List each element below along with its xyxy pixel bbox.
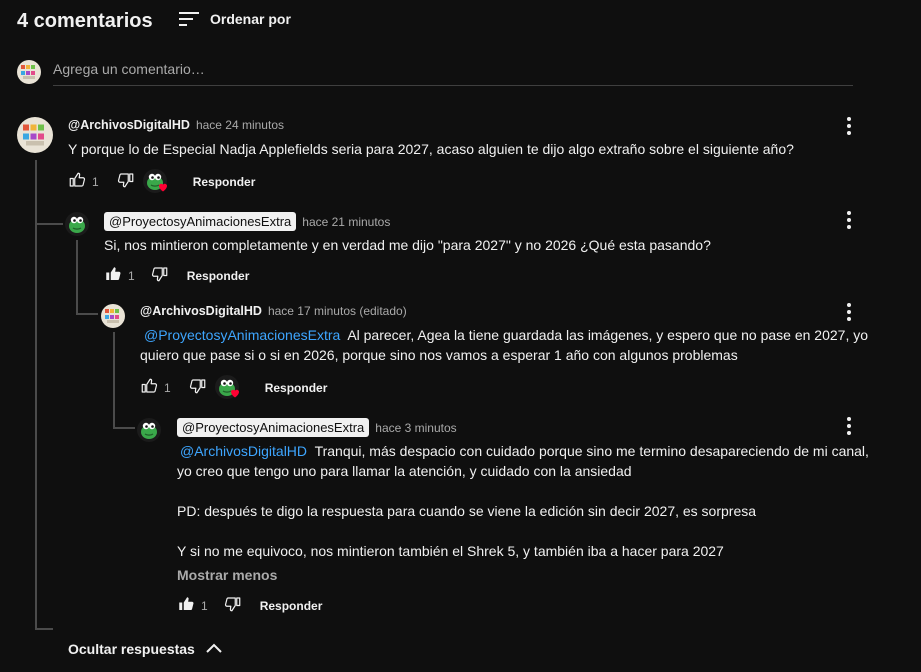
reply-button[interactable]: Responder xyxy=(193,175,256,189)
like-count: 1 xyxy=(201,599,208,613)
creator-heart-icon xyxy=(215,375,245,401)
sort-icon xyxy=(178,10,200,28)
comment-timestamp[interactable]: hace 3 minutos xyxy=(375,421,456,435)
thread-line xyxy=(76,313,98,315)
mention-link[interactable]: @ArchivosDigitalHD xyxy=(180,443,307,459)
comment-text: Tranqui, más despacio con cuidado porque… xyxy=(314,443,869,459)
comment-text: Y porque lo de Especial Nadja Applefield… xyxy=(68,141,794,157)
reply-button[interactable]: Responder xyxy=(260,599,323,613)
comment-text: PD: después te digo la respuesta para cu… xyxy=(177,503,757,519)
avatar[interactable] xyxy=(65,212,89,236)
thread-line xyxy=(113,332,115,428)
more-vert-icon[interactable] xyxy=(839,116,859,136)
reply-button[interactable]: Responder xyxy=(187,269,250,283)
sort-label: Ordenar por xyxy=(210,11,291,27)
like-count: 1 xyxy=(92,175,99,189)
current-user-avatar xyxy=(17,60,41,84)
mention-link[interactable]: @ProyectosyAnimacionesExtra xyxy=(144,327,340,343)
reply-button[interactable]: Responder xyxy=(265,381,328,395)
dislike-icon[interactable] xyxy=(117,171,135,194)
add-comment-input[interactable]: Agrega un comentario… xyxy=(53,61,853,86)
thread-line xyxy=(35,223,63,225)
like-icon[interactable] xyxy=(104,265,122,288)
chevron-up-icon xyxy=(205,641,223,657)
comments-count: 4 comentarios xyxy=(17,10,153,32)
more-vert-icon[interactable] xyxy=(839,210,859,230)
more-vert-icon[interactable] xyxy=(839,302,859,322)
like-icon[interactable] xyxy=(140,377,158,400)
thread-line xyxy=(35,160,37,630)
more-vert-icon[interactable] xyxy=(839,416,859,436)
avatar[interactable] xyxy=(101,304,125,328)
hide-replies-label: Ocultar respuestas xyxy=(68,641,195,657)
sort-button[interactable]: Ordenar por xyxy=(178,10,291,28)
comment-timestamp[interactable]: hace 21 minutos xyxy=(302,215,390,229)
hide-replies-button[interactable]: Ocultar respuestas xyxy=(68,641,223,657)
comment-author[interactable]: @ProyectosyAnimacionesExtra xyxy=(104,212,297,231)
comment-author[interactable]: @ProyectosyAnimacionesExtra xyxy=(177,418,370,437)
comment-text: quiero que pase si o si en 2026, porque … xyxy=(140,347,738,363)
thread-line xyxy=(76,240,78,315)
like-icon[interactable] xyxy=(68,171,86,194)
comment-text: Si, nos mintieron completamente y en ver… xyxy=(104,237,711,253)
comment-text: Al parecer, Agea la tiene guardada las i… xyxy=(347,327,869,343)
dislike-icon[interactable] xyxy=(151,265,169,288)
dislike-icon[interactable] xyxy=(224,595,242,618)
thread-connector xyxy=(35,628,53,630)
creator-heart-icon xyxy=(143,169,173,195)
like-count: 1 xyxy=(164,381,171,395)
avatar[interactable] xyxy=(17,117,53,153)
like-count: 1 xyxy=(128,269,135,283)
comment-text: Y si no me equivoco, nos mintieron tambi… xyxy=(177,543,724,559)
comment-author[interactable]: @ArchivosDigitalHD xyxy=(140,304,262,318)
avatar[interactable] xyxy=(137,418,161,442)
dislike-icon[interactable] xyxy=(189,377,207,400)
comment-author[interactable]: @ArchivosDigitalHD xyxy=(68,118,190,132)
comment-timestamp[interactable]: hace 17 minutos (editado) xyxy=(268,304,407,318)
thread-line xyxy=(113,427,135,429)
like-icon[interactable] xyxy=(177,595,195,618)
comment-text: yo creo que tengo uno para llamar la ate… xyxy=(177,463,632,479)
show-less-button[interactable]: Mostrar menos xyxy=(177,567,277,583)
comment-timestamp[interactable]: hace 24 minutos xyxy=(196,118,284,132)
